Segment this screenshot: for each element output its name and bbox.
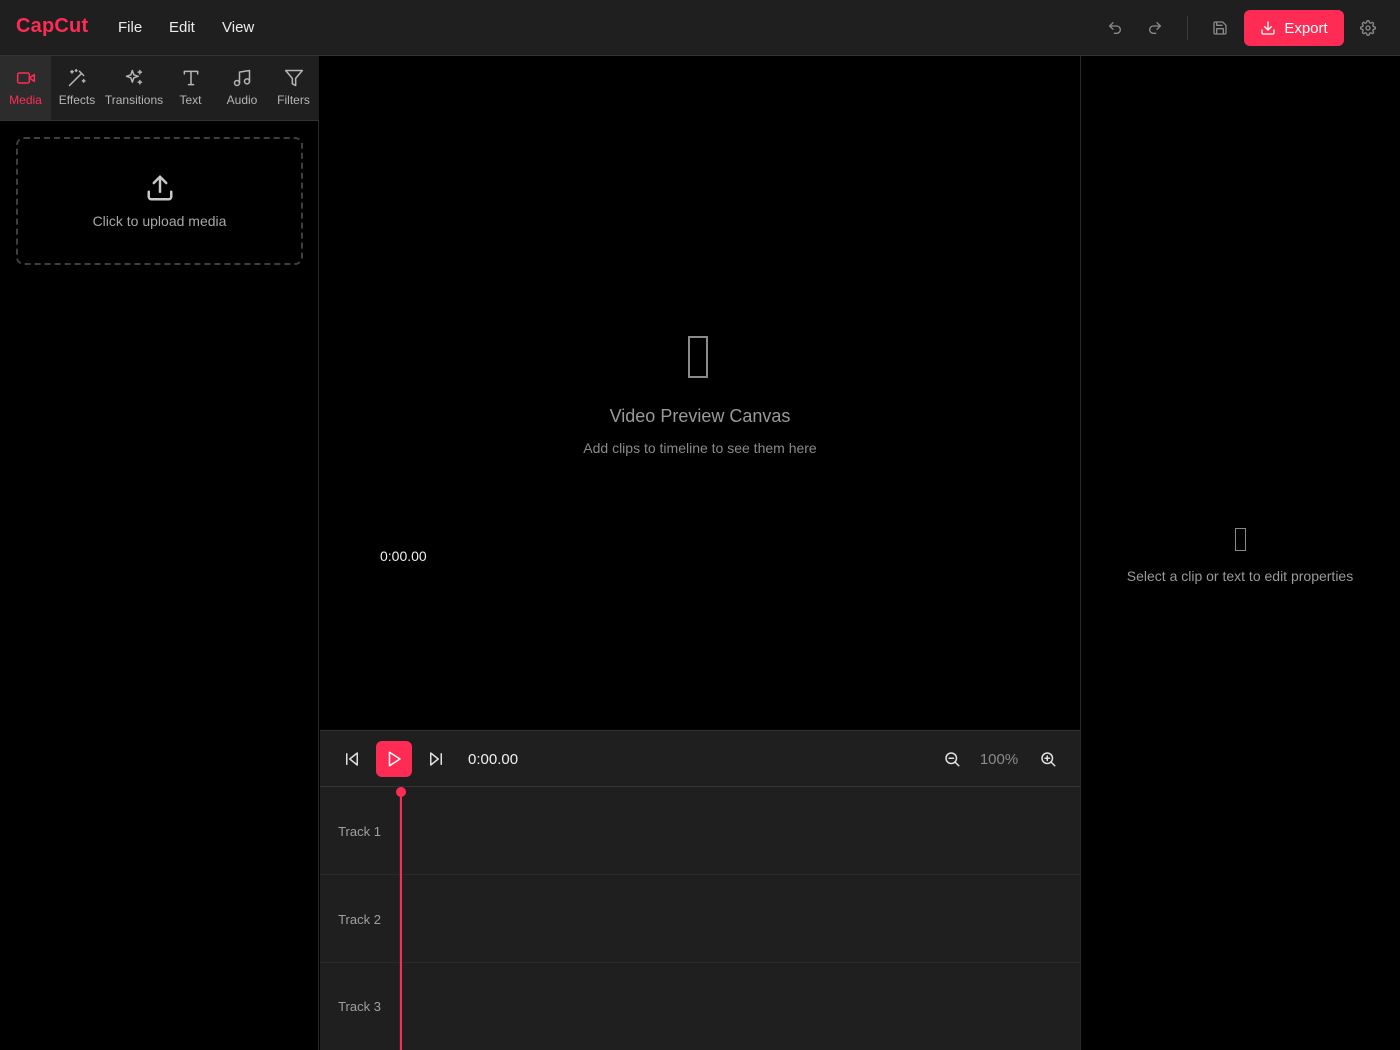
video-camera-icon bbox=[16, 72, 35, 84]
export-label: Export bbox=[1284, 19, 1328, 37]
tab-media[interactable]: Media bbox=[0, 56, 51, 120]
settings-button[interactable] bbox=[1354, 14, 1382, 42]
upload-dropzone[interactable]: Click to upload media bbox=[16, 137, 303, 265]
track-row[interactable]: Track 1 bbox=[320, 787, 1080, 875]
preview-subtitle: Add clips to timeline to see them here bbox=[583, 440, 817, 456]
preview-title: Video Preview Canvas bbox=[609, 406, 791, 426]
track-label: Track 1 bbox=[320, 787, 400, 875]
tab-filters[interactable]: Filters bbox=[268, 56, 319, 120]
playhead-handle[interactable] bbox=[396, 787, 406, 797]
download-icon bbox=[1261, 21, 1275, 35]
type-icon bbox=[183, 70, 198, 86]
redo-button[interactable] bbox=[1141, 14, 1169, 42]
top-bar: CapCut File Edit View Export bbox=[0, 0, 1400, 56]
left-panel: Media Effects Transitions Text Audio Fil… bbox=[0, 56, 319, 1050]
tab-effects[interactable]: Effects bbox=[51, 56, 103, 120]
track-label: Track 2 bbox=[320, 875, 400, 963]
skip-forward-icon bbox=[430, 752, 442, 766]
music-note-icon bbox=[233, 69, 251, 87]
tool-tabs: Media Effects Transitions Text Audio Fil… bbox=[0, 56, 319, 121]
tab-text[interactable]: Text bbox=[165, 56, 216, 120]
tab-filters-label: Filters bbox=[277, 93, 310, 107]
play-icon bbox=[388, 751, 401, 767]
track-label: Track 3 bbox=[320, 962, 400, 1050]
save-icon bbox=[1213, 21, 1227, 35]
export-button[interactable]: Export bbox=[1244, 10, 1344, 46]
skip-forward-button[interactable] bbox=[422, 745, 450, 773]
tab-text-label: Text bbox=[179, 93, 202, 107]
tab-audio-label: Audio bbox=[226, 93, 258, 107]
upload-label: Click to upload media bbox=[92, 213, 227, 229]
undo-icon bbox=[1109, 22, 1121, 34]
skip-back-button[interactable] bbox=[338, 745, 366, 773]
skip-back-icon bbox=[346, 752, 358, 766]
menu-edit[interactable]: Edit bbox=[169, 19, 195, 36]
magic-wand-icon bbox=[68, 68, 86, 87]
tab-audio[interactable]: Audio bbox=[216, 56, 268, 120]
zoom-out-button[interactable] bbox=[938, 745, 966, 773]
filter-icon bbox=[284, 69, 303, 87]
menu-view[interactable]: View bbox=[222, 19, 254, 36]
redo-icon bbox=[1149, 22, 1161, 34]
zoom-level: 100% bbox=[979, 751, 1019, 768]
undo-button[interactable] bbox=[1101, 14, 1129, 42]
tab-media-label: Media bbox=[9, 93, 42, 107]
playback-controls: 0:00.00 100% bbox=[320, 730, 1080, 787]
sparkles-icon bbox=[125, 69, 143, 85]
track-row[interactable]: Track 2 bbox=[320, 875, 1080, 963]
properties-placeholder-icon bbox=[1235, 528, 1246, 551]
properties-placeholder: Select a clip or text to edit properties bbox=[1126, 568, 1354, 584]
app-logo: CapCut bbox=[16, 15, 89, 37]
properties-panel bbox=[1080, 56, 1400, 1050]
play-button[interactable] bbox=[376, 741, 412, 777]
zoom-in-icon bbox=[1041, 752, 1056, 767]
tab-effects-label: Effects bbox=[58, 93, 96, 107]
gear-icon bbox=[1360, 20, 1376, 36]
tab-transitions[interactable]: Transitions bbox=[103, 56, 165, 120]
tab-transitions-label: Transitions bbox=[104, 93, 164, 107]
timeline: Track 1 Track 2 Track 3 bbox=[320, 787, 1080, 1050]
playhead[interactable] bbox=[400, 787, 402, 1050]
menu-file[interactable]: File bbox=[118, 19, 142, 36]
video-placeholder-icon bbox=[688, 336, 708, 378]
upload-icon bbox=[147, 175, 172, 201]
zoom-out-icon bbox=[945, 752, 960, 767]
toolbar-divider bbox=[1187, 16, 1188, 40]
track-row[interactable]: Track 3 bbox=[320, 962, 1080, 1050]
save-button[interactable] bbox=[1206, 14, 1234, 42]
preview-timestamp: 0:00.00 bbox=[380, 548, 427, 564]
current-time: 0:00.00 bbox=[468, 751, 519, 768]
video-preview bbox=[320, 56, 1080, 730]
zoom-in-button[interactable] bbox=[1034, 745, 1062, 773]
